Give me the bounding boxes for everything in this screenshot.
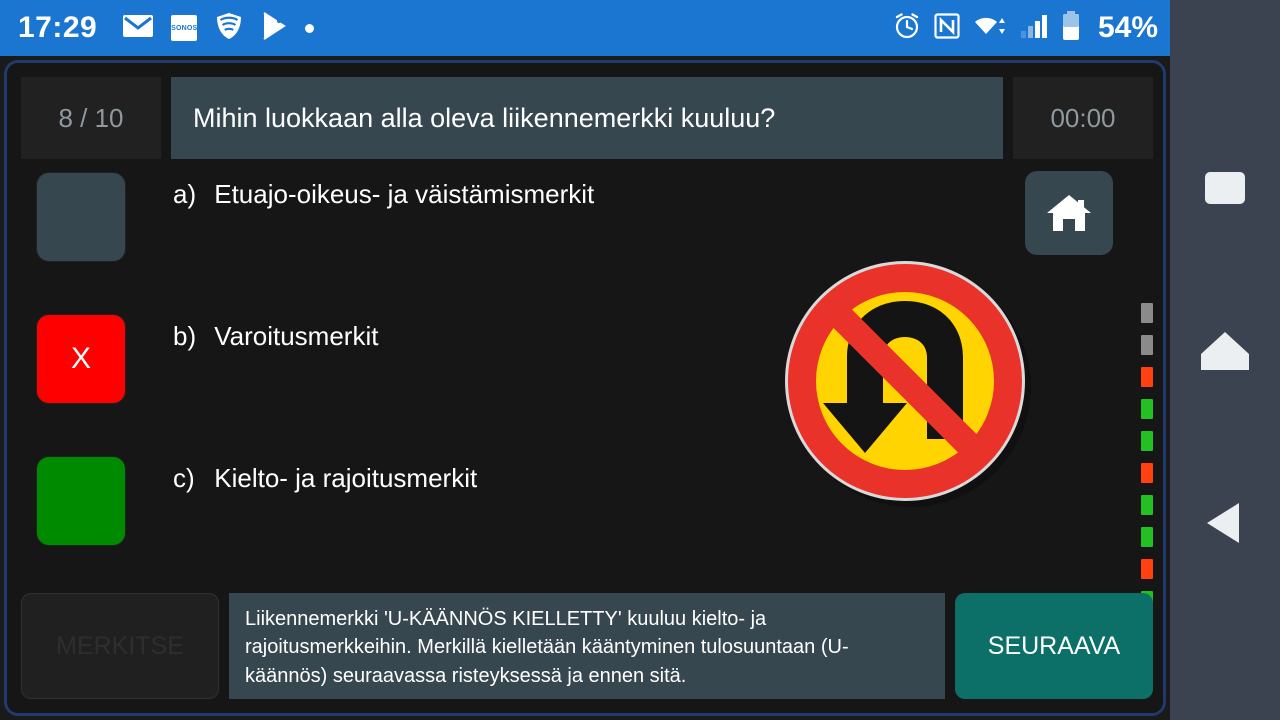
back-button[interactable] <box>1203 500 1247 546</box>
answer-text-c: Kielto- ja rajoitusmerkit <box>214 463 478 493</box>
alarm-icon <box>893 12 921 45</box>
status-bar: 17:29 SONOS 54% <box>0 0 1170 56</box>
explanation-text: Liikennemerkki 'U-KÄÄNNÖS KIELLETTY' kuu… <box>229 593 945 699</box>
answer-label-b: b) Varoitusmerkit <box>173 321 378 352</box>
answer-label-a: a) Etuajo-oikeus- ja väistämismerkit <box>173 179 594 210</box>
progress-marker <box>1141 463 1153 483</box>
progress-strip <box>1141 303 1153 611</box>
progress-marker <box>1141 559 1153 579</box>
progress-marker <box>1141 367 1153 387</box>
question-text: Mihin luokkaan alla oleva liikennemerkki… <box>171 77 1003 159</box>
battery-percent: 54% <box>1097 11 1158 44</box>
answer-letter-a: a) <box>173 179 197 209</box>
sonos-icon-label: SONOS <box>171 24 198 32</box>
answer-option-c[interactable]: c) Kielto- ja rajoitusmerkit <box>29 457 729 599</box>
cellular-signal-icon <box>1020 13 1048 44</box>
progress-marker <box>1141 399 1153 419</box>
answer-button-b[interactable]: X <box>37 315 125 403</box>
answer-button-a[interactable] <box>37 173 125 261</box>
next-button[interactable]: SEURAAVA <box>955 593 1153 699</box>
home-button[interactable] <box>1199 330 1251 372</box>
question-timer: 00:00 <box>1013 77 1153 159</box>
status-right-icons: 54% <box>893 10 1158 46</box>
question-counter: 8 / 10 <box>21 77 161 159</box>
progress-marker <box>1141 303 1153 323</box>
answer-letter-c: c) <box>173 463 195 493</box>
answer-option-a[interactable]: a) Etuajo-oikeus- ja väistämismerkit <box>29 173 729 315</box>
progress-marker <box>1141 527 1153 547</box>
quiz-app-content: 8 / 10 Mihin luokkaan alla oleva liikenn… <box>7 63 1163 713</box>
answer-text-a: Etuajo-oikeus- ja väistämismerkit <box>214 179 595 209</box>
home-icon <box>1047 195 1091 231</box>
question-header: 8 / 10 Mihin luokkaan alla oleva liikenn… <box>21 77 1153 159</box>
nfc-icon <box>934 12 960 44</box>
progress-marker <box>1141 495 1153 515</box>
answer-options: a) Etuajo-oikeus- ja väistämismerkit X b… <box>29 173 729 599</box>
progress-marker <box>1141 335 1153 355</box>
answer-marker-b: X <box>70 342 91 375</box>
battery-icon <box>1061 10 1081 46</box>
status-left-icons: SONOS <box>123 11 315 45</box>
android-nav-bar <box>1170 0 1280 720</box>
quiz-app-frame: 8 / 10 Mihin luokkaan alla oleva liikenn… <box>4 60 1166 716</box>
recents-button[interactable] <box>1203 170 1247 206</box>
wifi-shield-icon <box>215 12 243 45</box>
bottom-bar: MERKITSE Liikennemerkki 'U-KÄÄNNÖS KIELL… <box>21 593 1153 699</box>
status-clock: 17:29 <box>18 11 98 44</box>
answer-option-b[interactable]: X b) Varoitusmerkit <box>29 315 729 457</box>
quiz-home-button[interactable] <box>1025 171 1113 255</box>
mark-button[interactable]: MERKITSE <box>21 593 219 699</box>
traffic-sign-image <box>777 253 1037 513</box>
answer-button-c[interactable] <box>37 457 125 545</box>
answer-letter-b: b) <box>173 321 197 351</box>
progress-marker <box>1141 431 1153 451</box>
dot-icon <box>305 23 315 33</box>
mail-icon <box>123 14 154 42</box>
wifi-icon <box>973 13 1007 44</box>
answer-text-b: Varoitusmerkit <box>214 321 379 351</box>
android-screen: 17:29 SONOS 54% 8 / 10 Mihin luokkaan al… <box>0 0 1280 720</box>
answer-label-c: c) Kielto- ja rajoitusmerkit <box>173 463 477 494</box>
sonos-icon: SONOS <box>171 15 198 41</box>
play-store-icon <box>261 11 287 45</box>
